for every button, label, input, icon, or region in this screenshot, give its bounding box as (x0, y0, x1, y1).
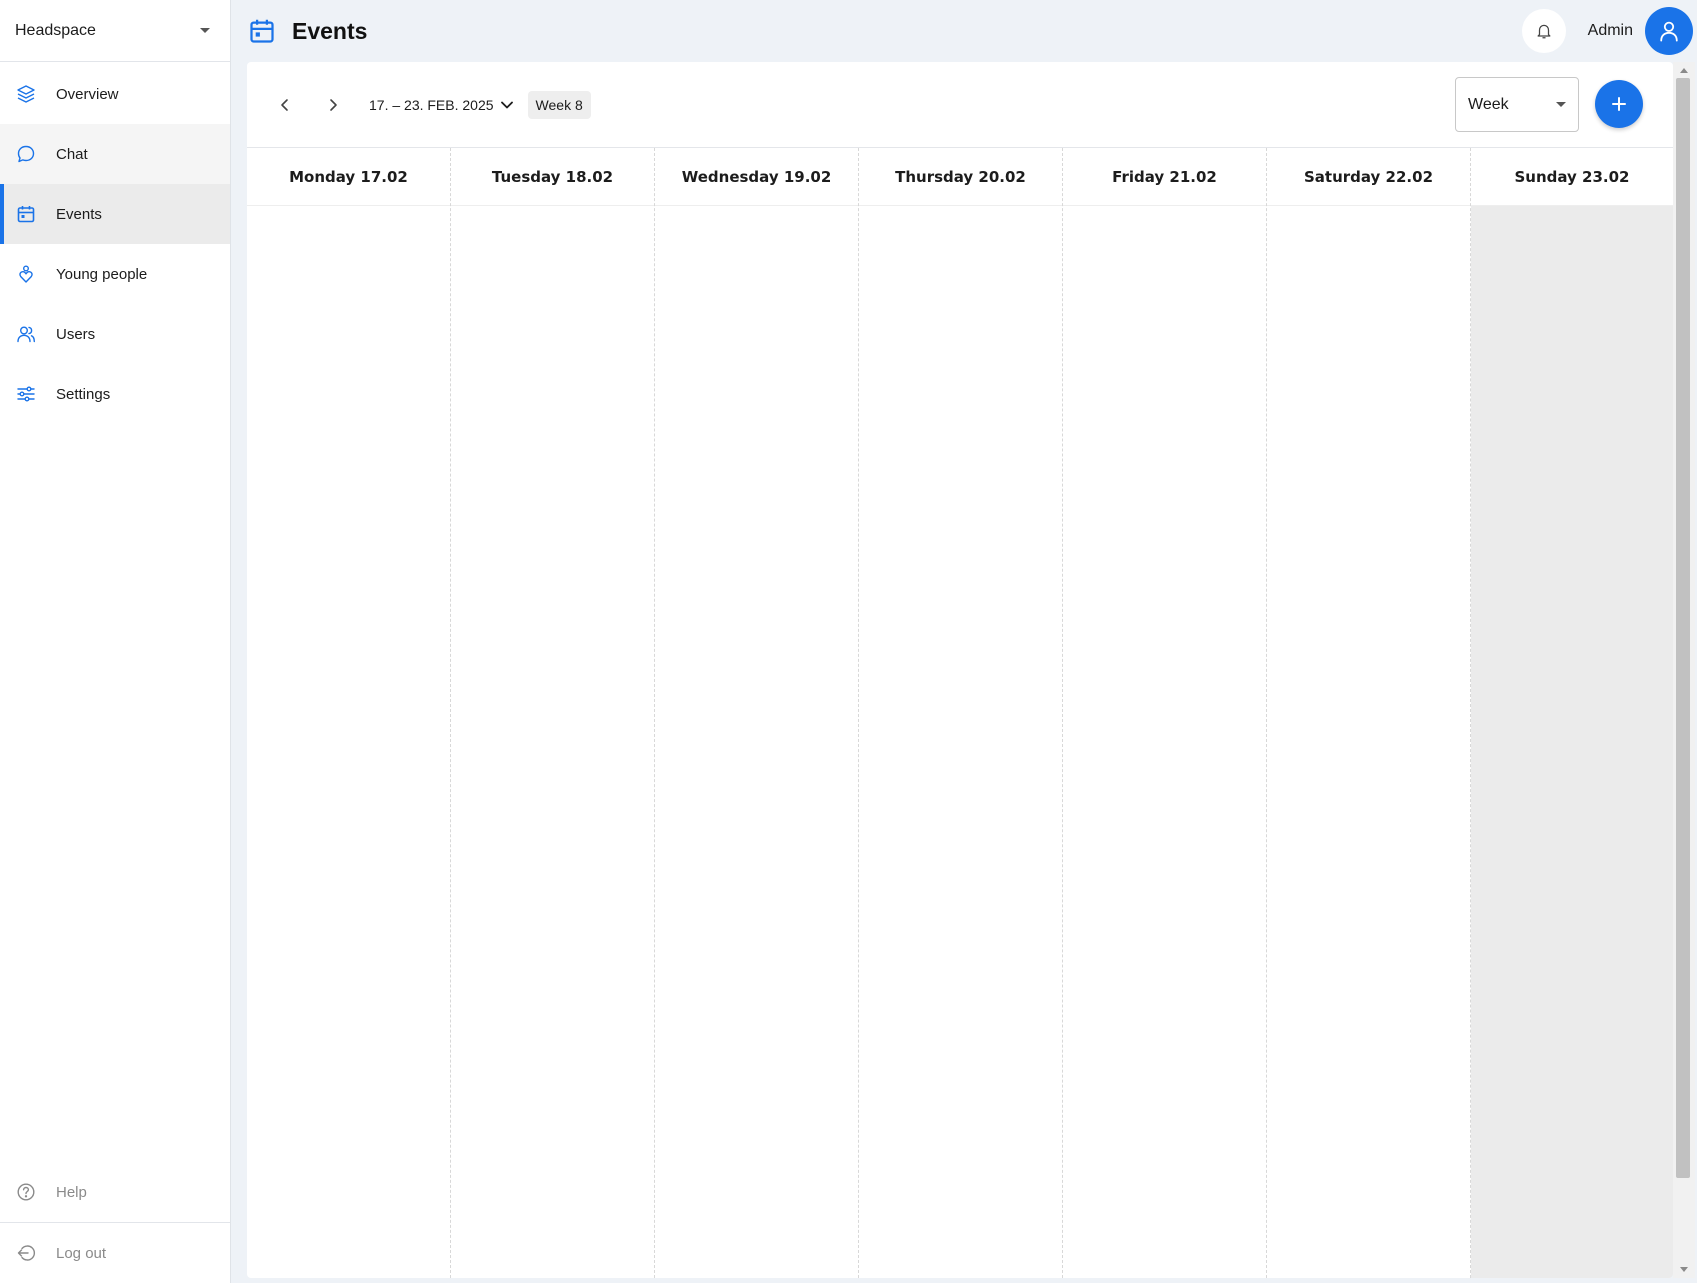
top-bar-actions: Admin (1521, 7, 1697, 55)
notifications-button[interactable] (1521, 9, 1566, 53)
sidebar-item-overview[interactable]: Overview (0, 64, 230, 124)
day-body[interactable] (1063, 206, 1266, 1278)
day-column-saturday[interactable]: Saturday 22.02 (1267, 148, 1471, 1278)
day-body[interactable] (451, 206, 654, 1278)
help-link[interactable]: Help (0, 1162, 230, 1222)
day-column-thursday[interactable]: Thursday 20.02 (859, 148, 1063, 1278)
logout-link[interactable]: Log out (0, 1223, 230, 1283)
day-header: Thursday 20.02 (859, 148, 1062, 206)
sidebar-item-label: Overview (56, 85, 119, 103)
day-body[interactable] (859, 206, 1062, 1278)
caret-down-icon (1556, 102, 1566, 107)
day-header: Monday 17.02 (247, 148, 450, 206)
sidebar: Headspace Overview Chat Events Young peo… (0, 0, 231, 1283)
calendar-panel: 17. – 23. FEB. 2025 Week 8 Week Monday 1… (247, 62, 1673, 1278)
chevron-left-icon (281, 98, 288, 111)
sidebar-item-chat[interactable]: Chat (0, 124, 230, 184)
sidebar-item-label: Settings (56, 385, 111, 403)
calendar-icon (248, 17, 276, 45)
sidebar-item-label: Events (56, 205, 102, 223)
user-icon (1660, 21, 1678, 42)
next-week-button[interactable] (317, 89, 349, 121)
day-header: Sunday 23.02 (1471, 148, 1673, 206)
layers-icon (16, 84, 36, 104)
date-range-picker[interactable]: 17. – 23. FEB. 2025 (369, 97, 514, 113)
day-body[interactable] (1471, 206, 1673, 1278)
day-body[interactable] (247, 206, 450, 1278)
previous-week-button[interactable] (269, 89, 301, 121)
help-label: Help (56, 1183, 87, 1201)
view-mode-value: Week (1468, 95, 1509, 113)
day-column-sunday[interactable]: Sunday 23.02 (1471, 148, 1673, 1278)
bell-icon (1537, 24, 1551, 39)
users-icon (16, 324, 36, 344)
day-header: Wednesday 19.02 (655, 148, 858, 206)
chat-bubble-icon (16, 144, 36, 164)
sidebar-item-label: Young people (56, 265, 148, 283)
plus-icon (1612, 97, 1626, 111)
caret-down-icon (200, 28, 210, 33)
day-body[interactable] (655, 206, 858, 1278)
main-nav: Overview Chat Events Young people Users … (0, 64, 230, 424)
calendar-icon (16, 204, 36, 224)
add-event-button[interactable] (1595, 80, 1643, 128)
day-column-friday[interactable]: Friday 21.02 (1063, 148, 1267, 1278)
sidebar-item-users[interactable]: Users (0, 304, 230, 364)
top-bar: Events Admin (232, 0, 1697, 62)
organization-name: Headspace (15, 21, 96, 39)
day-header: Tuesday 18.02 (451, 148, 654, 206)
logout-icon (16, 1243, 36, 1263)
week-number-badge: Week 8 (527, 90, 591, 119)
logout-label: Log out (56, 1244, 107, 1262)
day-column-tuesday[interactable]: Tuesday 18.02 (451, 148, 655, 1278)
day-column-monday[interactable]: Monday 17.02 (247, 148, 451, 1278)
week-grid: Monday 17.02 Tuesday 18.02 Wednesday 19.… (247, 148, 1673, 1278)
date-range-label: 17. – 23. FEB. 2025 (369, 96, 494, 113)
sidebar-item-young-people[interactable]: Young people (0, 244, 230, 304)
scroll-down-arrow-icon[interactable] (1680, 1267, 1688, 1272)
avatar[interactable] (1645, 7, 1693, 55)
sidebar-item-label: Chat (56, 145, 88, 163)
sidebar-item-events[interactable]: Events (0, 184, 230, 244)
sidebar-bottom: Help Log out (0, 1162, 230, 1283)
sidebar-item-label: Users (56, 325, 96, 343)
help-circle-icon (16, 1182, 36, 1202)
calendar-toolbar: 17. – 23. FEB. 2025 Week 8 Week (247, 62, 1673, 148)
day-header: Friday 21.02 (1063, 148, 1266, 206)
day-body[interactable] (1267, 206, 1470, 1278)
sliders-icon (16, 384, 36, 404)
page-title: Events (292, 17, 368, 44)
organization-select[interactable]: Headspace (0, 0, 230, 62)
chevron-right-icon (330, 98, 337, 111)
sidebar-item-settings[interactable]: Settings (0, 364, 230, 424)
chevron-down-icon (500, 98, 514, 112)
scroll-up-arrow-icon[interactable] (1680, 68, 1688, 73)
day-column-wednesday[interactable]: Wednesday 19.02 (655, 148, 859, 1278)
person-heart-icon (16, 264, 36, 284)
scrollbar-thumb[interactable] (1676, 78, 1690, 1178)
user-name: Admin (1587, 22, 1633, 39)
day-header: Saturday 22.02 (1267, 148, 1470, 206)
page-scrollbar[interactable] (1673, 62, 1695, 1278)
view-mode-select[interactable]: Week (1455, 77, 1579, 132)
